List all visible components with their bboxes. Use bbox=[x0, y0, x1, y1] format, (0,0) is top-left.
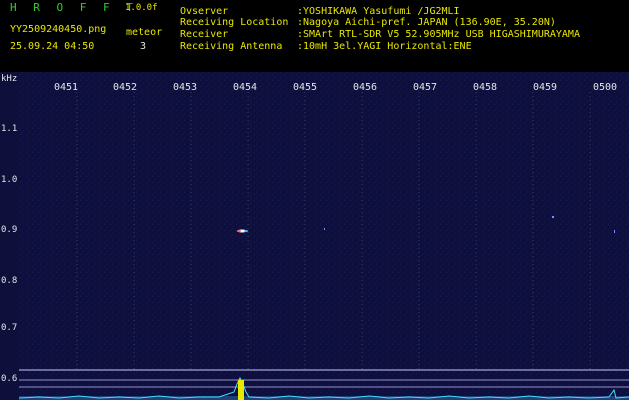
time-tick-0455: 0455 bbox=[293, 82, 318, 93]
time-tick-0451: 0451 bbox=[54, 82, 79, 93]
header-panel: H R O F F T 1.0.0f YY2509240450.png 25.0… bbox=[0, 0, 629, 72]
antenna-value: :10mH 3el.YAGI Horizontal:ENE bbox=[297, 41, 472, 52]
y-label-1.0: 1.0 bbox=[1, 175, 18, 185]
meteor-echo-4 bbox=[614, 230, 615, 233]
y-label-0.9: 0.9 bbox=[1, 225, 18, 235]
spectrogram-background bbox=[19, 72, 629, 400]
meteor-count: 3 bbox=[140, 41, 147, 52]
spectrogram-canvas bbox=[19, 72, 629, 400]
frequency-axis: kHz 1.1 1.0 0.9 0.8 0.7 0.6 bbox=[0, 72, 19, 400]
time-tick-0453: 0453 bbox=[173, 82, 198, 93]
y-label-0.7: 0.7 bbox=[1, 323, 18, 333]
meteor-echo-2 bbox=[324, 228, 325, 230]
antenna-key: Receiving Antenna bbox=[180, 41, 283, 52]
time-tick-0500: 0500 bbox=[593, 82, 618, 93]
app-brand: H R O F F T bbox=[10, 1, 138, 14]
time-tick-0454: 0454 bbox=[233, 82, 258, 93]
time-tick-0456: 0456 bbox=[353, 82, 378, 93]
axis-unit: kHz bbox=[1, 74, 18, 84]
receiver-key: Receiver bbox=[180, 29, 229, 40]
time-tick-0458: 0458 bbox=[473, 82, 498, 93]
app-version: 1.0.0f bbox=[125, 3, 158, 13]
y-label-0.6: 0.6 bbox=[1, 374, 18, 384]
y-label-0.8: 0.8 bbox=[1, 276, 18, 286]
time-tick-0459: 0459 bbox=[533, 82, 558, 93]
meteor-echo-3 bbox=[552, 216, 554, 218]
spectrogram[interactable] bbox=[19, 72, 629, 400]
location-key: Receiving Location bbox=[180, 17, 289, 28]
location-value: :Nagoya Aichi-pref. JAPAN (136.90E, 35.2… bbox=[297, 17, 556, 28]
time-tick-0457: 0457 bbox=[413, 82, 438, 93]
observation-datetime: 25.09.24 04:50 bbox=[10, 41, 95, 52]
receiver-value: :SMArt RTL-SDR V5 52.905MHz USB HIGASHIM… bbox=[297, 29, 580, 40]
file-name: YY2509240450.png bbox=[10, 24, 107, 35]
meteor-label: meteor bbox=[126, 27, 163, 38]
time-tick-0452: 0452 bbox=[113, 82, 138, 93]
y-label-1.1: 1.1 bbox=[1, 124, 18, 134]
